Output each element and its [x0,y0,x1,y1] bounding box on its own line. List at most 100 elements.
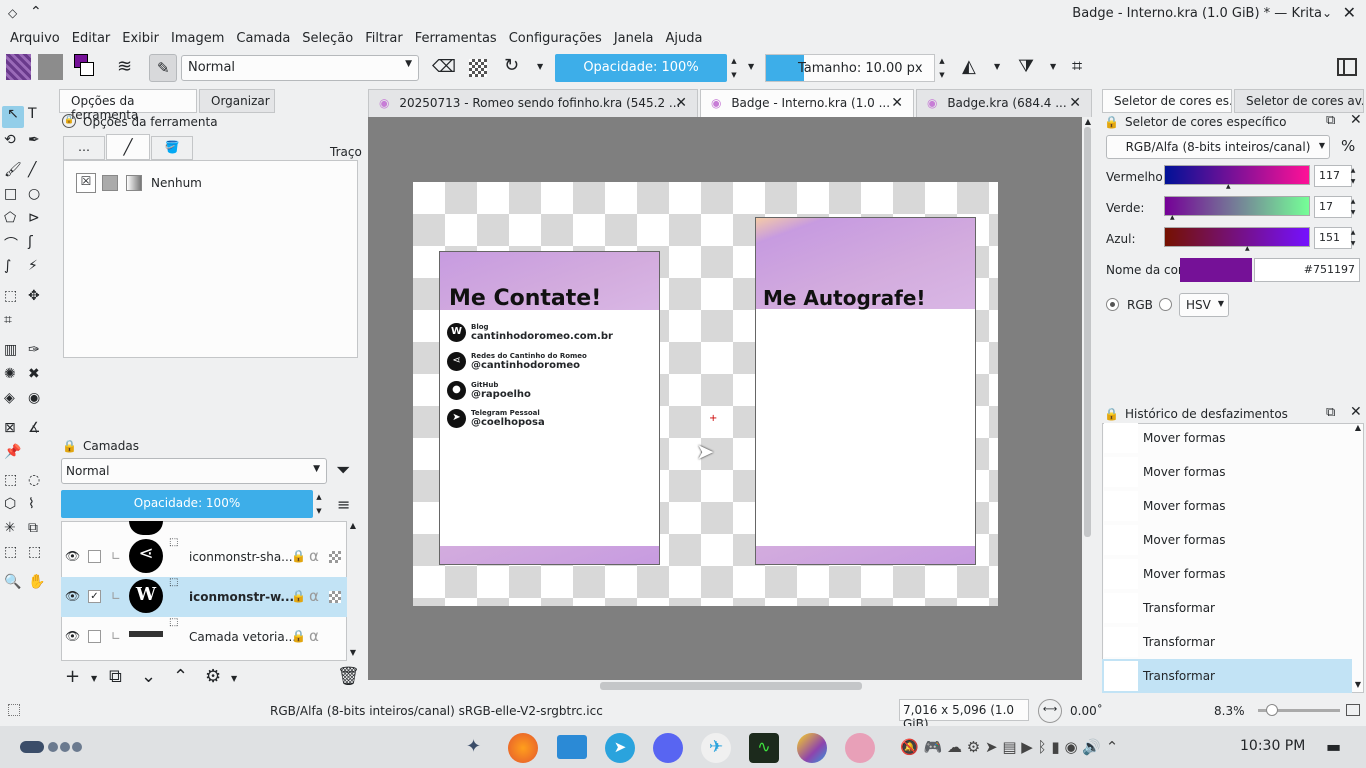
pattern-icon[interactable] [6,54,31,80]
move-up-icon[interactable]: ⌃ [173,666,188,687]
blue-slider[interactable] [1164,227,1310,247]
opacity-stepper[interactable]: ▲ ▼ [729,54,739,82]
menu-editar[interactable]: Editar [66,28,117,50]
red-stepper[interactable]: ▲ ▼ [1348,165,1358,187]
similar-select-tool[interactable]: ⧉ [28,520,38,536]
float-panel-icon[interactable]: ⧉ [1326,405,1335,420]
select-shapes-tool[interactable]: ↖ [2,106,24,128]
bluetooth-icon[interactable]: ᛒ [1038,738,1047,756]
rotation-value[interactable]: 0.00˚ [1070,704,1103,718]
reference-images-tool[interactable]: 📌 [4,444,21,460]
zoom-slider[interactable] [1258,704,1340,716]
lock-icon[interactable]: 🔒 [291,589,306,603]
layer-row-selected[interactable]: 👁 ✓ ∟ W ⬚ iconmonstr-w... 🔒 α [61,577,347,617]
green-stepper[interactable]: ▲ ▼ [1348,196,1358,218]
layers-opacity-slider[interactable]: Opacidade: 100% [61,490,313,518]
menu-ajuda[interactable]: Ajuda [659,28,708,50]
gamepad-icon[interactable]: 🎮 [923,738,942,756]
history-item[interactable]: Mover formas [1102,523,1352,557]
layer-menu-icon[interactable]: ≡ [337,495,350,514]
history-item[interactable]: Transformar [1102,625,1352,659]
tab-document-active[interactable]: ◉ Badge - Interno.kra (1.0 ... ✕ [700,89,914,117]
brush-settings-icon[interactable]: ≋ [117,56,132,77]
add-layer-icon[interactable]: + [65,666,80,687]
kdeconnect-icon[interactable]: ✈ [701,733,731,763]
alpha-icon[interactable]: α [309,587,319,605]
duplicate-layer-icon[interactable]: ⧉ [109,666,122,687]
card-contact[interactable]: Me Contate! W Blog cantinhodoromeo.com.b… [439,251,660,565]
card-autograph[interactable]: Me Autografe! [755,217,976,565]
background-color-swatch[interactable] [80,62,94,76]
media-play-icon[interactable]: ▶ [1021,738,1033,756]
transform-tool[interactable]: ⬚ [4,288,17,304]
layer-properties-icon[interactable]: ⚙ [205,666,221,687]
horizontal-scrollbar[interactable] [368,680,1082,692]
slider-handle-icon[interactable]: ▲ [1245,245,1250,252]
keep-above-icon[interactable]: ⌃ [30,4,42,20]
move-tool[interactable]: ✥ [28,288,40,304]
menu-janela[interactable]: Janela [608,28,660,50]
tab-stroke-none[interactable]: … [63,136,105,160]
gradient-icon[interactable] [38,54,63,80]
zoom-tool[interactable]: 🔍 [4,574,21,590]
alpha-icon[interactable]: α [309,547,319,565]
minimize-icon[interactable]: ⌄ [1322,6,1332,20]
measure-tool[interactable]: ∡ [28,420,41,436]
color-picker-tool[interactable]: ✑ [28,342,40,358]
blue-stepper[interactable]: ▲ ▼ [1348,227,1358,249]
visibility-eye-icon[interactable]: 👁 [65,589,80,603]
pager-icon[interactable] [20,741,44,753]
battery-icon[interactable]: ▮ [1051,738,1059,756]
rotation-dial-icon[interactable]: ⟷ [1038,699,1062,723]
polygon-tool[interactable]: ⬠ [4,210,16,226]
crop-icon[interactable]: ⌗ [1072,56,1082,77]
menu-filtrar[interactable]: Filtrar [359,28,409,50]
layer-name[interactable]: Camada vetoria... [189,630,296,644]
delete-layer-icon[interactable]: 🗑 [337,666,360,687]
close-icon[interactable]: ✕ [1350,112,1362,128]
rgb-radio[interactable] [1106,298,1119,311]
image-size-field[interactable]: 7,016 x 5,096 (1.0 GiB) [899,699,1029,731]
workspace-icon[interactable] [1337,58,1357,76]
zoom-value[interactable]: 8.3% [1214,704,1245,718]
layer-row[interactable]: 👁 ∟ ⬚ Camada vetoria... 🔒 α [61,617,347,657]
percent-toggle[interactable]: % [1341,137,1355,155]
telegram-tray-icon[interactable]: ➤ [985,738,998,756]
lock-icon[interactable]: 🔒 [1104,115,1119,129]
crop-tool[interactable]: ⌗ [4,312,12,328]
rect-select-tool[interactable]: ⬚ [4,472,17,488]
opacity-slider[interactable]: Opacidade: 100% [555,54,727,82]
inherit-alpha-icon[interactable] [329,591,341,603]
fill-tool[interactable]: ◈ [4,390,15,406]
layer-name[interactable]: iconmonstr-sha... [189,550,293,564]
text-tool[interactable]: T [28,106,37,122]
freehand-path-tool[interactable]: ʃ [28,234,33,250]
gradient-tool[interactable]: ▥ [4,342,17,358]
filter-icon[interactable]: ⏷ [336,460,350,481]
pager-dot[interactable] [72,742,82,752]
tab-color-selector-specific[interactable]: Seletor de cores es... [1102,89,1232,113]
preserve-alpha-icon[interactable] [469,59,487,77]
chevron-down-icon[interactable]: ▼ [748,62,754,71]
history-scrollbar[interactable]: ▲ ▼ [1352,423,1364,693]
green-value[interactable]: 17 [1314,196,1352,218]
vertical-scrollbar[interactable]: ▲ [1082,117,1094,680]
float-panel-icon[interactable]: ⧉ [1326,113,1335,128]
lock-icon[interactable]: 🔒 [62,439,77,453]
chevron-down-icon[interactable]: ▼ [1050,62,1056,71]
tab-document[interactable]: ◉ 20250713 - Romeo sendo fofinho.kra (54… [368,89,698,117]
layer-row[interactable]: 👁 ∟ ⋖ ⬚ iconmonstr-sha... 🔒 α [61,537,347,577]
tray-expand-icon[interactable]: ⌃ [1106,738,1119,756]
pager-dot[interactable] [48,742,58,752]
volume-icon[interactable]: 🔊 [1082,738,1101,756]
multibrush-tool[interactable]: ⚡ [28,258,38,274]
menu-arquivo[interactable]: Arquivo [4,28,66,50]
steam-icon[interactable]: ⚙ [967,738,980,756]
hex-input[interactable]: #751197 [1254,258,1360,282]
move-down-icon[interactable]: ⌄ [141,666,156,687]
mirror-horizontal-icon[interactable]: ◭ [962,56,976,77]
blend-mode-select[interactable]: Normal ▼ [181,55,419,81]
layer-checkbox[interactable] [88,550,101,563]
tab-stroke-solid[interactable]: ╱ [106,134,150,160]
telegram-icon[interactable]: ➤ [605,733,635,763]
